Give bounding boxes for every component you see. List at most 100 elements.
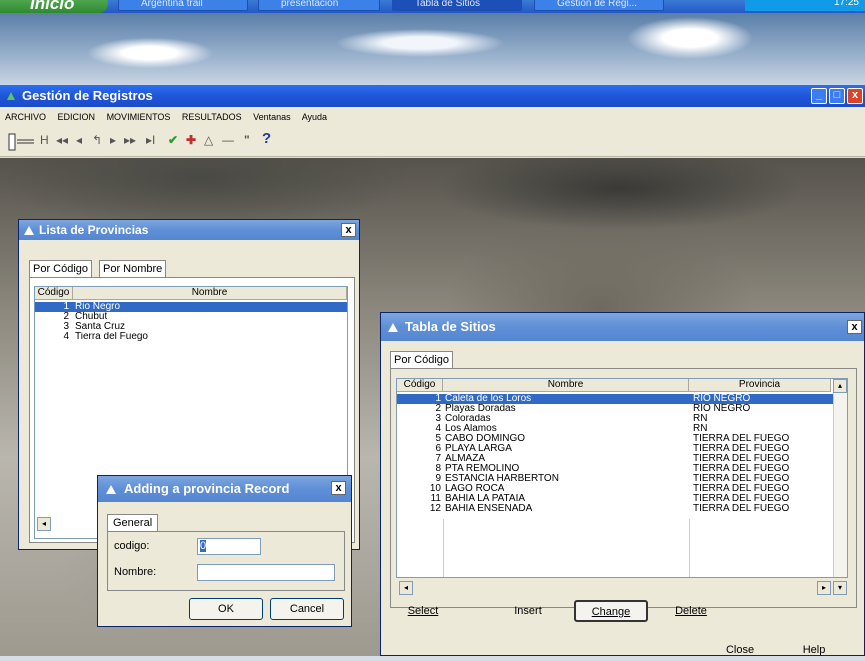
menu-movimientos[interactable]: MOVIMIENTOS bbox=[107, 112, 171, 122]
check-icon[interactable]: ✔ bbox=[168, 133, 178, 147]
provincias-close-button[interactable]: x bbox=[341, 223, 356, 237]
table-row[interactable]: 9 ESTANCIA HARBERTON TIERRA DEL FUEGO bbox=[397, 474, 833, 484]
toolbar: H ◂◂ ◂ ↰ ▸ ▸▸ ▸I ✔ ✚ △ — " ? bbox=[0, 127, 865, 157]
tab-por-codigo[interactable]: Por Código bbox=[390, 351, 454, 368]
help-icon[interactable]: ? bbox=[262, 130, 271, 147]
cell-provincia: RN bbox=[693, 424, 708, 434]
adding-dialog: Adding a provincia Record x General codi… bbox=[97, 475, 352, 627]
menu-ayuda[interactable]: Ayuda bbox=[302, 112, 327, 122]
list-item[interactable]: 4 Tierra del Fuego bbox=[35, 332, 347, 342]
menu-archivo[interactable]: ARCHIVO bbox=[5, 112, 46, 122]
adding-close-button[interactable]: x bbox=[331, 481, 346, 495]
cell-codigo: 9 bbox=[435, 474, 441, 484]
table-row[interactable]: 1 Caleta de los Loros RIO NEGRO bbox=[397, 394, 833, 404]
tab-general[interactable]: General bbox=[107, 514, 159, 531]
first-record-icon[interactable]: H bbox=[40, 133, 49, 147]
cell-nombre: BAHIA LA PATAIA bbox=[445, 494, 526, 504]
nombre-field[interactable] bbox=[197, 564, 335, 581]
list-item[interactable]: 3 Santa Cruz bbox=[35, 322, 347, 332]
list-item[interactable]: 2 Chubut bbox=[35, 312, 347, 322]
sitios-close-button[interactable]: x bbox=[847, 320, 862, 334]
close-button[interactable]: x bbox=[847, 88, 863, 104]
sitios-table[interactable]: Código Nombre Provincia ▴ 1 Caleta de lo… bbox=[396, 378, 848, 578]
taskbar-button-1[interactable]: Argentina trail bbox=[118, 0, 248, 11]
provincias-titlebar[interactable]: Lista de Provincias x bbox=[19, 220, 359, 240]
clock: 17:25 bbox=[833, 0, 859, 8]
last-record-icon[interactable]: ▸I bbox=[146, 133, 155, 147]
tab-por-codigo[interactable]: Por Código bbox=[29, 260, 93, 277]
cell-codigo: 8 bbox=[435, 464, 441, 474]
menu-resultados[interactable]: RESULTADOS bbox=[182, 112, 242, 122]
delete-icon[interactable]: — bbox=[222, 133, 234, 147]
taskbar-button-4[interactable]: Gestión de Regi... bbox=[534, 0, 664, 11]
change-button[interactable]: Change bbox=[574, 600, 648, 622]
cell-codigo: 3 bbox=[435, 414, 441, 424]
taskbar-button-2[interactable]: presentación bbox=[258, 0, 380, 11]
minimize-button[interactable]: _ bbox=[811, 88, 827, 104]
cell-nombre: ALMAZA bbox=[445, 454, 486, 464]
vertical-scrollbar[interactable] bbox=[833, 393, 847, 577]
column-header-nombre[interactable]: Nombre bbox=[73, 287, 347, 300]
table-row[interactable]: 2 Playas Doradas RIO NEGRO bbox=[397, 404, 833, 414]
codigo-field[interactable]: 0 bbox=[197, 538, 261, 555]
scroll-down-button[interactable]: ▾ bbox=[833, 581, 847, 595]
cell-codigo: 1 bbox=[435, 394, 441, 404]
scroll-right-button[interactable]: ▸ bbox=[817, 581, 831, 595]
table-row[interactable]: 6 PLAYA LARGA TIERRA DEL FUEGO bbox=[397, 444, 833, 454]
cancel-button[interactable]: Cancel bbox=[270, 598, 344, 620]
cell-codigo: 2 bbox=[435, 404, 441, 414]
menu-ventanas[interactable]: Ventanas bbox=[253, 112, 291, 122]
table-row[interactable]: 11 BAHIA LA PATAIA TIERRA DEL FUEGO bbox=[397, 494, 833, 504]
edit-icon[interactable]: △ bbox=[204, 133, 213, 147]
cell-nombre: Los Alamos bbox=[445, 424, 497, 434]
column-header-provincia[interactable]: Provincia bbox=[689, 379, 831, 392]
adding-title: Adding a provincia Record bbox=[124, 481, 290, 496]
scroll-up-button[interactable]: ▴ bbox=[833, 379, 847, 393]
table-row[interactable]: 8 PTA REMOLINO TIERRA DEL FUEGO bbox=[397, 464, 833, 474]
cell-codigo: 1 bbox=[63, 302, 69, 312]
next-record-icon[interactable]: ▸ bbox=[110, 133, 116, 147]
menu-edicion[interactable]: EDICION bbox=[58, 112, 96, 122]
taskbar-button-3[interactable]: Tabla de Sitios bbox=[392, 0, 522, 11]
prev-record-icon[interactable]: ◂ bbox=[76, 133, 82, 147]
cell-provincia: RIO NEGRO bbox=[693, 404, 751, 414]
cell-nombre: Playas Doradas bbox=[445, 404, 516, 414]
tab-por-nombre[interactable]: Por Nombre bbox=[99, 260, 167, 277]
report-icon[interactable] bbox=[8, 132, 36, 152]
column-header-codigo[interactable]: Código bbox=[397, 379, 443, 392]
list-item[interactable]: 1 Rio Negro bbox=[35, 302, 347, 312]
column-header-codigo[interactable]: Código bbox=[35, 287, 73, 300]
column-header-nombre[interactable]: Nombre bbox=[443, 379, 689, 392]
start-button[interactable]: Inicio bbox=[0, 0, 108, 13]
select-button[interactable]: Select bbox=[393, 600, 453, 622]
table-row[interactable]: 10 LAGO ROCA TIERRA DEL FUEGO bbox=[397, 484, 833, 494]
cell-codigo: 12 bbox=[429, 504, 441, 514]
table-row[interactable]: 4 Los Alamos RN bbox=[397, 424, 833, 434]
ok-button[interactable]: OK bbox=[189, 598, 263, 620]
sitios-window: Tabla de Sitios x Por Código Código Nomb… bbox=[380, 312, 865, 656]
menu-bar: ARCHIVO EDICION MOVIMIENTOS RESULTADOS V… bbox=[0, 107, 865, 127]
delete-button[interactable]: Delete bbox=[658, 600, 724, 622]
scroll-left-button[interactable]: ◂ bbox=[399, 581, 413, 595]
next-page-icon[interactable]: ▸▸ bbox=[124, 133, 136, 147]
maximize-button[interactable]: □ bbox=[829, 88, 845, 104]
close-dialog-button[interactable]: Close bbox=[705, 639, 775, 661]
app-titlebar[interactable]: Gestión de Registros _ □ x bbox=[0, 85, 865, 107]
delete-label: Delete bbox=[675, 605, 707, 617]
table-row[interactable]: 12 BAHIA ENSENADA TIERRA DEL FUEGO bbox=[397, 504, 833, 514]
table-row[interactable]: 3 Coloradas RN bbox=[397, 414, 833, 424]
cell-codigo: 7 bbox=[435, 454, 441, 464]
undo-icon[interactable]: ↰ bbox=[92, 133, 102, 147]
insert-button[interactable]: Insert bbox=[493, 600, 563, 622]
prev-page-icon[interactable]: ◂◂ bbox=[56, 133, 68, 147]
cell-provincia: TIERRA DEL FUEGO bbox=[693, 484, 790, 494]
help-button[interactable]: Help bbox=[779, 639, 849, 661]
scroll-left-button[interactable]: ◂ bbox=[37, 517, 51, 531]
add-icon[interactable]: ✚ bbox=[186, 133, 196, 147]
sitios-title: Tabla de Sitios bbox=[405, 319, 496, 334]
quote-icon[interactable]: " bbox=[244, 133, 250, 147]
table-row[interactable]: 5 CABO DOMINGO TIERRA DEL FUEGO bbox=[397, 434, 833, 444]
table-row[interactable]: 7 ALMAZA TIERRA DEL FUEGO bbox=[397, 454, 833, 464]
sitios-titlebar[interactable]: Tabla de Sitios x bbox=[381, 313, 864, 341]
adding-titlebar[interactable]: Adding a provincia Record x bbox=[98, 476, 351, 502]
